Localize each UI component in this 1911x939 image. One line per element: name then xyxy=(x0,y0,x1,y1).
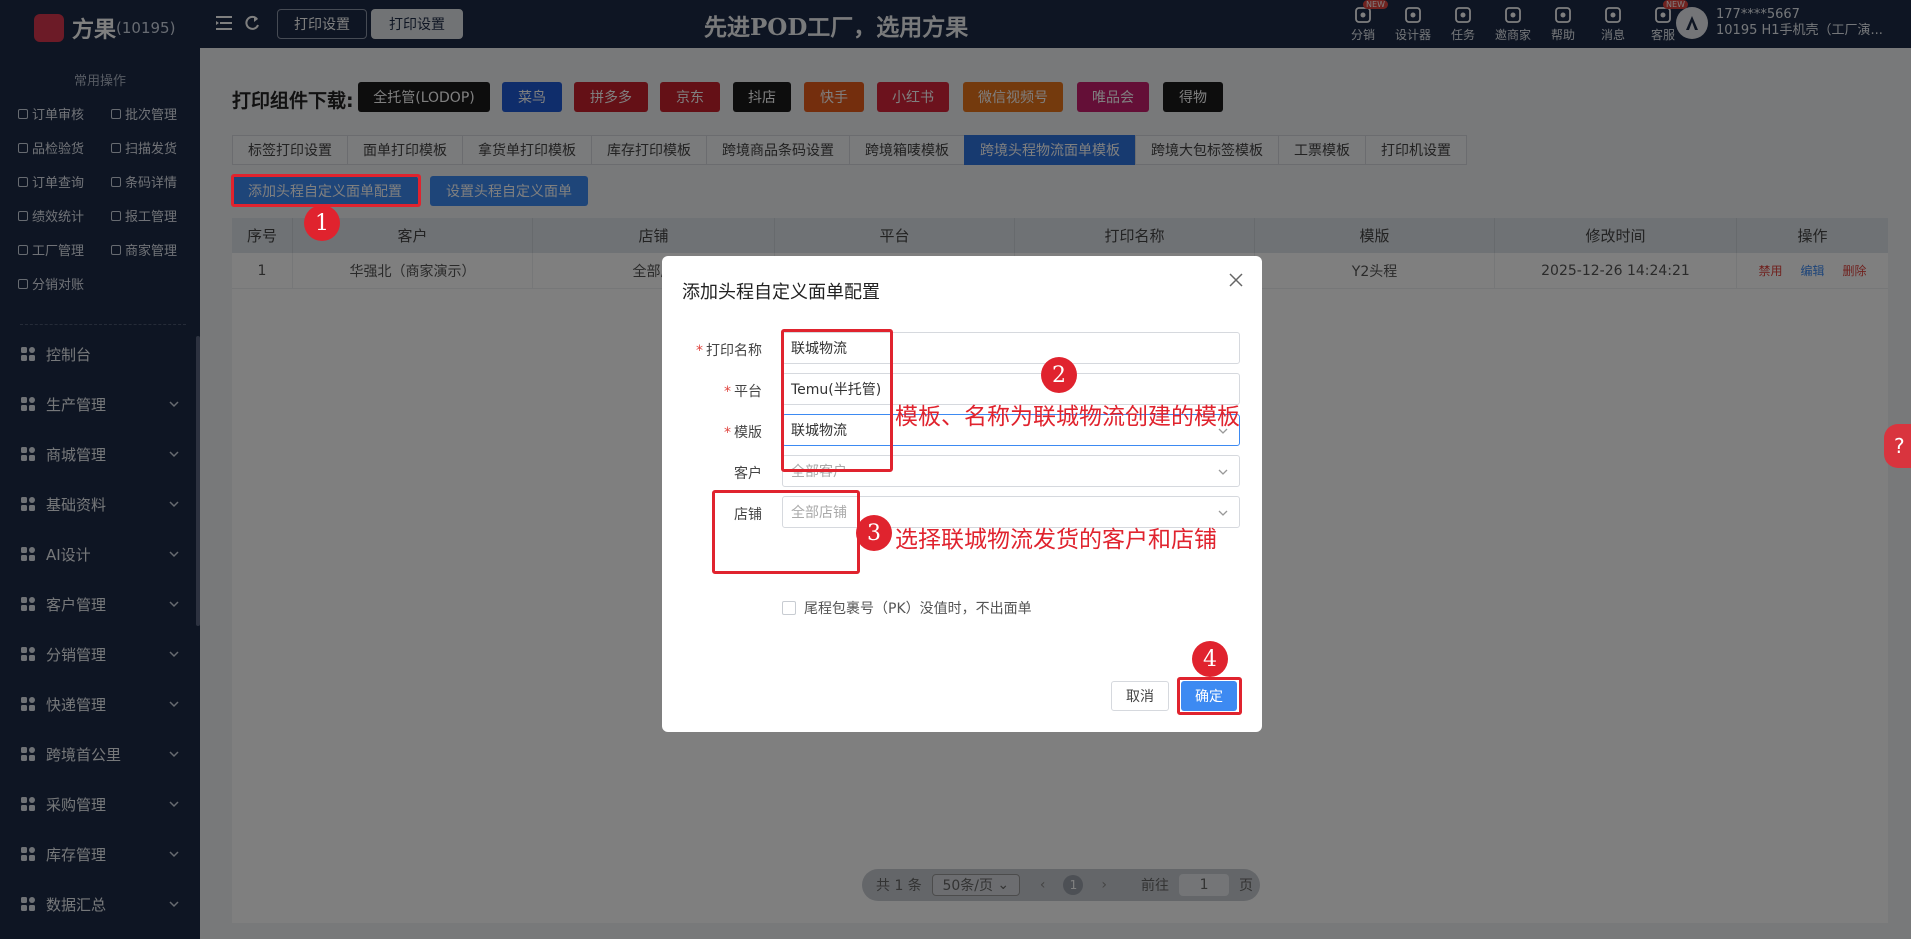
highlight-box-name-platform-template xyxy=(781,329,893,472)
field-label: 客户 xyxy=(692,463,762,483)
chevron-down-icon xyxy=(1217,507,1229,519)
chevron-down-icon xyxy=(1217,466,1229,478)
step-marker-3: 3 xyxy=(856,515,892,551)
step-marker-1: 1 xyxy=(304,205,340,241)
close-icon[interactable] xyxy=(1228,272,1244,288)
field-label: * 模版 xyxy=(692,422,762,442)
field-label: * 打印名称 xyxy=(692,340,762,360)
pk-checkbox-label: 尾程包裹号（PK）没值时，不出面单 xyxy=(804,601,1032,617)
svg-text:?: ? xyxy=(1894,434,1905,458)
field-label-text: 平台 xyxy=(734,384,762,400)
annotation-note-2: 模板、名称为联城物流创建的模板 xyxy=(895,404,1240,430)
checkbox-box[interactable] xyxy=(782,601,796,615)
cancel-button[interactable]: 取消 xyxy=(1111,681,1169,711)
highlight-box-add-button xyxy=(231,174,421,207)
step-marker-2: 2 xyxy=(1041,357,1077,393)
pk-checkbox[interactable]: 尾程包裹号（PK）没值时，不出面单 xyxy=(782,598,1032,618)
field-label-text: 打印名称 xyxy=(706,343,762,359)
required-mark: * xyxy=(724,384,731,400)
highlight-box-customer-shop xyxy=(712,490,860,574)
dialog-title: 添加头程自定义面单配置 xyxy=(682,282,880,303)
annotation-note-3: 选择联城物流发货的客户和店铺 xyxy=(895,527,1217,553)
required-mark: * xyxy=(724,425,731,441)
required-mark: * xyxy=(696,343,703,359)
highlight-box-confirm-button xyxy=(1177,677,1242,715)
field-label-text: 客户 xyxy=(734,466,762,482)
help-float-icon[interactable]: ? xyxy=(1884,424,1911,468)
field-label-text: 模版 xyxy=(734,425,762,441)
field-label: * 平台 xyxy=(692,381,762,401)
step-marker-4: 4 xyxy=(1192,641,1228,677)
